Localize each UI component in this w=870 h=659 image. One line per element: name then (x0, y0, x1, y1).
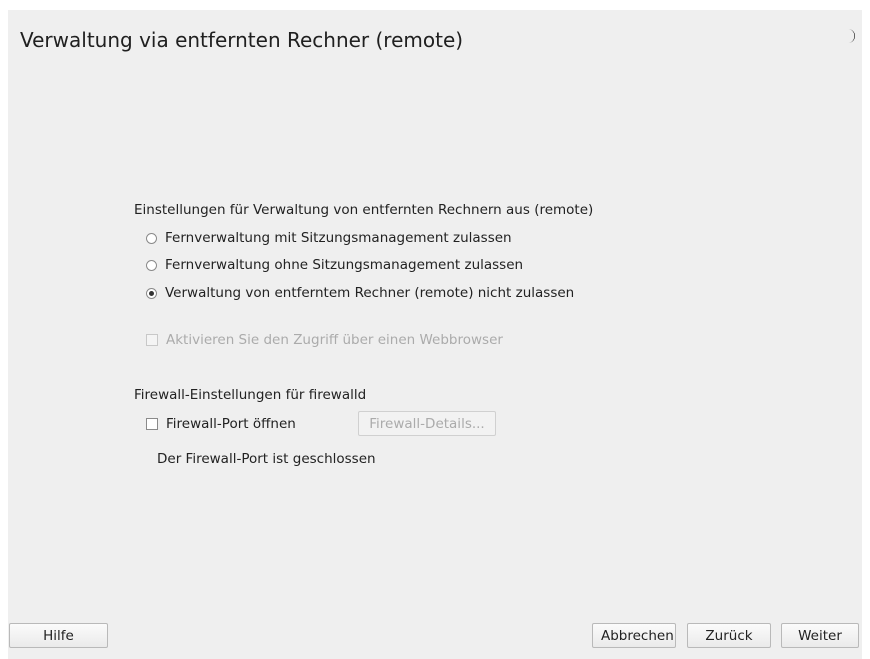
radio-remote-without-session[interactable]: Fernverwaltung ohne Sitzungsmanagement z… (146, 255, 523, 275)
firewall-open-port-row[interactable]: Firewall-Port öffnen (146, 414, 296, 434)
radio-button[interactable] (146, 259, 157, 271)
firewall-settings-label: Firewall-Einstellungen für firewalld (134, 387, 367, 403)
next-button[interactable]: Weiter (781, 623, 859, 648)
radio-remote-with-session[interactable]: Fernverwaltung mit Sitzungsmanagement zu… (146, 228, 512, 248)
firewall-open-port-checkbox[interactable] (146, 418, 158, 430)
radio-button[interactable] (146, 232, 157, 244)
radio-button-selected[interactable] (146, 287, 157, 299)
cancel-button[interactable]: Abbrechen (592, 623, 676, 648)
dialog-title: Verwaltung via entfernten Rechner (remot… (20, 28, 464, 52)
webbrowser-access-label: Aktivieren Sie den Zugriff über einen We… (166, 332, 503, 348)
radio-label: Fernverwaltung mit Sitzungsmanagement zu… (165, 230, 512, 246)
help-button[interactable]: Hilfe (9, 623, 108, 648)
moon-icon (848, 29, 855, 43)
webbrowser-access-checkbox-row[interactable]: Aktivieren Sie den Zugriff über einen We… (146, 330, 503, 350)
radio-label: Fernverwaltung ohne Sitzungsmanagement z… (165, 257, 524, 273)
dialog-window: Verwaltung via entfernten Rechner (remot… (8, 10, 862, 659)
firewall-status-text: Der Firewall-Port ist geschlossen (157, 451, 376, 467)
firewall-details-button[interactable]: Firewall-Details... (358, 411, 496, 436)
webbrowser-access-checkbox[interactable] (146, 334, 158, 346)
radio-label: Verwaltung von entferntem Rechner (remot… (165, 285, 575, 301)
remote-settings-label: Einstellungen für Verwaltung von entfern… (134, 202, 594, 218)
back-button[interactable]: Zurück (687, 623, 771, 648)
radio-remote-disallow[interactable]: Verwaltung von entferntem Rechner (remot… (146, 283, 574, 303)
firewall-open-port-label: Firewall-Port öffnen (166, 416, 296, 432)
